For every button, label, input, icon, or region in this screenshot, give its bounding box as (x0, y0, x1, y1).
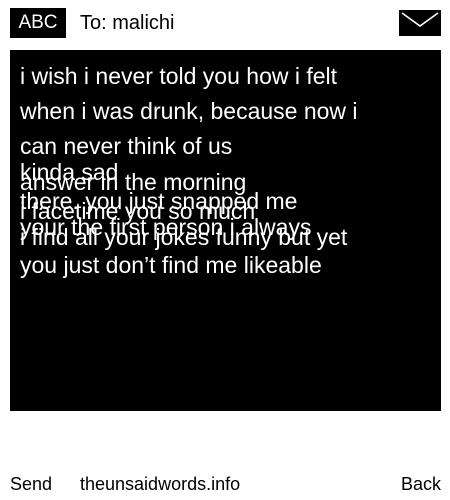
message-line: i find all your jokes funny but yet (20, 224, 348, 250)
message-line: i wish i never told you how i felt (20, 63, 338, 89)
footer: Send theunsaidwords.info Back (0, 470, 450, 498)
message-line: when i was drunk, because now i (20, 98, 358, 124)
envelope-icon[interactable] (399, 10, 441, 36)
header: ABC To: malichi (0, 0, 450, 44)
send-button[interactable]: Send (10, 470, 52, 498)
message-line: you just don’t find me likeable (20, 252, 322, 278)
message-line: can never think of us (20, 133, 233, 159)
recipient-line: To: malichi (80, 12, 175, 34)
keyboard-mode-badge[interactable]: ABC (10, 8, 66, 38)
site-link[interactable]: theunsaidwords.info (80, 470, 240, 498)
back-button[interactable]: Back (401, 470, 441, 498)
message-body[interactable]: i wish i never told you how i felt when … (10, 50, 441, 411)
